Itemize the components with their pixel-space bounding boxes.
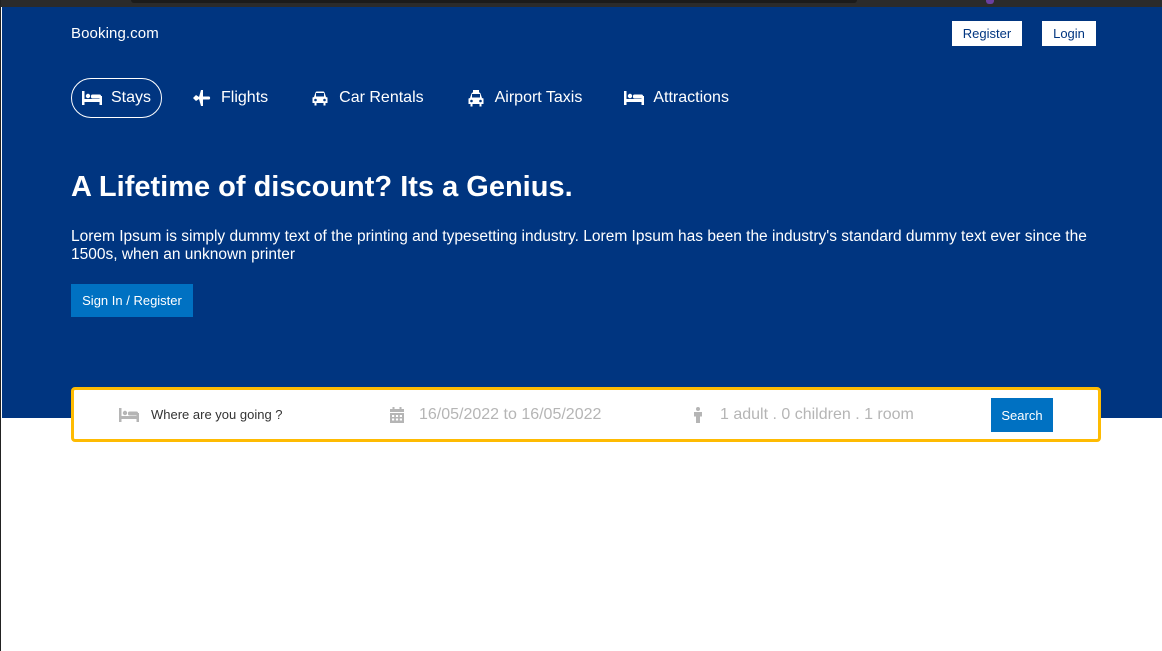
nav-item-label: Stays — [111, 89, 152, 106]
nav-item-label: Attractions — [653, 89, 729, 106]
taxi-icon — [466, 89, 486, 106]
hero-title: A Lifetime of discount? Its a Genius. — [71, 171, 573, 203]
nav-item-attractions[interactable]: Attractions — [612, 78, 741, 118]
hero-description: Lorem Ipsum is simply dummy text of the … — [71, 228, 1087, 263]
nav-item-flights[interactable]: Flights — [180, 78, 280, 118]
guests-field[interactable]: 1 adult . 0 children . 1 room — [688, 390, 914, 439]
browser-address-bar — [131, 0, 857, 3]
header: Booking.com Register Login Stays Flights — [2, 7, 1162, 418]
destination-field[interactable] — [119, 390, 351, 439]
nav-item-airport-taxis[interactable]: Airport Taxis — [454, 78, 595, 118]
nav-item-label: Car Rentals — [339, 89, 424, 106]
sign-in-register-button[interactable]: Sign In / Register — [71, 284, 193, 317]
date-range-field[interactable]: 16/05/2022 to 16/05/2022 — [387, 390, 601, 439]
search-bar: 16/05/2022 to 16/05/2022 1 adult . 0 chi… — [71, 387, 1101, 442]
nav-item-car-rentals[interactable]: Car Rentals — [298, 78, 435, 118]
car-icon — [310, 90, 330, 106]
nav-item-label: Flights — [221, 89, 269, 106]
register-button[interactable]: Register — [952, 21, 1022, 46]
login-button[interactable]: Login — [1042, 21, 1096, 46]
calendar-icon — [387, 406, 407, 423]
destination-input[interactable] — [151, 407, 351, 422]
person-icon — [688, 406, 708, 423]
nav-item-stays[interactable]: Stays — [71, 78, 163, 118]
page: Booking.com Register Login Stays Flights — [0, 0, 1162, 651]
browser-extension-icon — [986, 0, 994, 4]
nav-bar: Stays Flights Car Rentals Airport Taxis — [71, 78, 759, 118]
search-button[interactable]: Search — [991, 398, 1053, 432]
logo[interactable]: Booking.com — [71, 25, 159, 42]
bed-icon — [82, 90, 102, 106]
date-range-text: 16/05/2022 to 16/05/2022 — [419, 405, 602, 423]
bed-icon — [119, 407, 139, 423]
plane-icon — [192, 90, 212, 106]
browser-top-strip — [1, 0, 1162, 7]
guests-text: 1 adult . 0 children . 1 room — [720, 405, 914, 423]
bed-icon — [624, 90, 645, 106]
nav-item-label: Airport Taxis — [494, 89, 583, 106]
